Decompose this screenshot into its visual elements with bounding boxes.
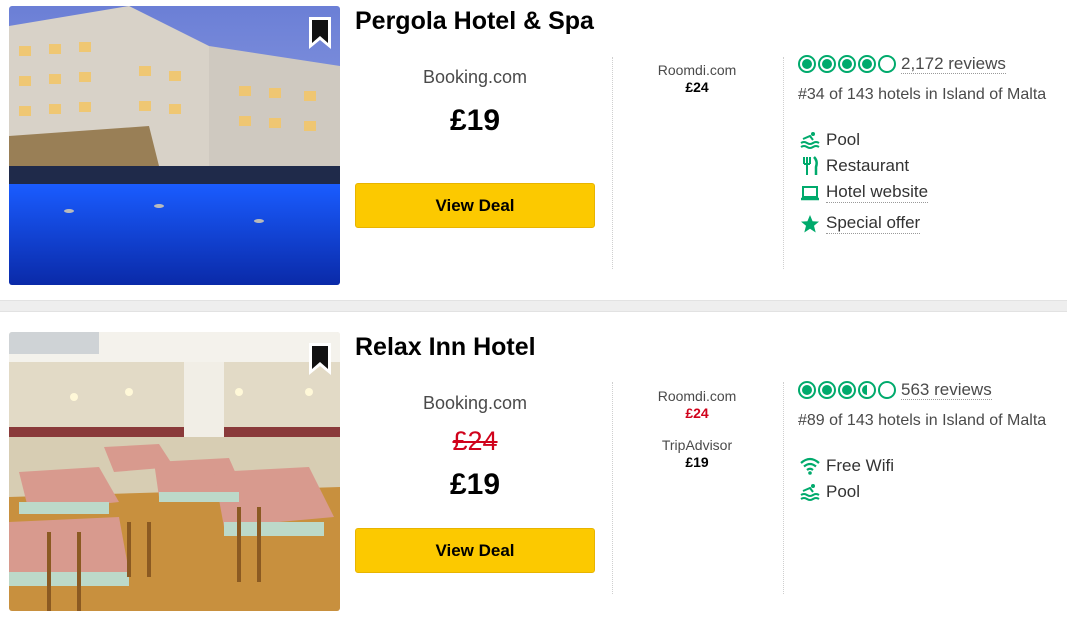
- reviews-link[interactable]: 2,172 reviews: [901, 54, 1006, 74]
- hotel-photo[interactable]: [9, 6, 340, 285]
- bubble-empty-icon: [878, 381, 896, 399]
- divider: [783, 382, 784, 594]
- amenity-label: Pool: [826, 482, 861, 501]
- amenity-restaurant: Restaurant: [800, 156, 909, 176]
- provider-name: Booking.com: [422, 393, 528, 413]
- bubble-full-icon: [818, 55, 836, 73]
- deal-price: £19: [449, 468, 501, 501]
- rating-bubbles: [798, 55, 896, 73]
- amenity-pool: Pool: [800, 130, 860, 150]
- amenity-label: Special offer: [826, 213, 921, 234]
- offer-provider: Roomdi.com: [657, 62, 737, 78]
- bubble-full-icon: [818, 381, 836, 399]
- hotel-photo[interactable]: [9, 332, 340, 611]
- offer-price: £24: [685, 79, 709, 95]
- view-deal-button[interactable]: View Deal: [355, 528, 595, 573]
- provider-name: Booking.com: [422, 67, 528, 87]
- amenity-special-offer[interactable]: Special offer: [800, 213, 921, 234]
- offer-price: £24: [685, 405, 709, 421]
- old-price: £24: [452, 426, 498, 456]
- bookmark-icon[interactable]: [308, 342, 332, 376]
- offer-provider: Roomdi.com: [657, 388, 737, 404]
- pool-icon: [800, 482, 820, 502]
- rating-bubbles: [798, 381, 896, 399]
- restaurant-icon: [800, 156, 820, 176]
- amenity-label: Free Wifi: [826, 456, 894, 475]
- bubble-empty-icon: [878, 55, 896, 73]
- card-separator: [0, 300, 1067, 312]
- offer-provider: TripAdvisor: [661, 437, 733, 453]
- amenity-label: Hotel website: [826, 182, 929, 203]
- other-offer[interactable]: Roomdi.com £24: [640, 62, 754, 95]
- other-offer[interactable]: Roomdi.com £24: [640, 388, 754, 421]
- bubble-full-icon: [798, 381, 816, 399]
- reviews-link[interactable]: 563 reviews: [901, 380, 992, 400]
- hotel-card: Pergola Hotel & Spa Booking.com £19 View…: [0, 0, 1067, 300]
- amenity-pool: Pool: [800, 482, 860, 502]
- hotel-name[interactable]: Relax Inn Hotel: [355, 333, 536, 362]
- pool-icon: [800, 130, 820, 150]
- amenity-label: Restaurant: [826, 156, 910, 175]
- offer-price: £19: [685, 454, 709, 470]
- amenity-label: Pool: [826, 130, 861, 149]
- divider: [612, 382, 613, 594]
- amenity-free-wifi: Free Wifi: [800, 456, 894, 476]
- rating: 2,172 reviews: [798, 54, 1006, 74]
- bubble-full-icon: [838, 381, 856, 399]
- bubble-full-icon: [858, 55, 876, 73]
- divider: [612, 57, 613, 269]
- star-icon: [800, 214, 820, 234]
- divider: [783, 57, 784, 269]
- wifi-icon: [800, 456, 820, 476]
- rating: 563 reviews: [798, 380, 992, 400]
- view-deal-button[interactable]: View Deal: [355, 183, 595, 228]
- laptop-icon: [800, 183, 820, 203]
- hotel-name[interactable]: Pergola Hotel & Spa: [355, 7, 594, 36]
- bookmark-icon[interactable]: [308, 16, 332, 50]
- other-offer[interactable]: TripAdvisor £19: [640, 437, 754, 470]
- hotel-rank: #34 of 143 hotels in Island of Malta: [798, 86, 1047, 103]
- amenity-hotel-website[interactable]: Hotel website: [800, 182, 929, 203]
- deal-price: £19: [449, 104, 501, 137]
- bubble-half-icon: [858, 381, 876, 399]
- bubble-full-icon: [798, 55, 816, 73]
- bubble-full-icon: [838, 55, 856, 73]
- hotel-card: Relax Inn Hotel Booking.com £24 £19 View…: [0, 312, 1067, 617]
- hotel-rank: #89 of 143 hotels in Island of Malta: [798, 412, 1047, 429]
